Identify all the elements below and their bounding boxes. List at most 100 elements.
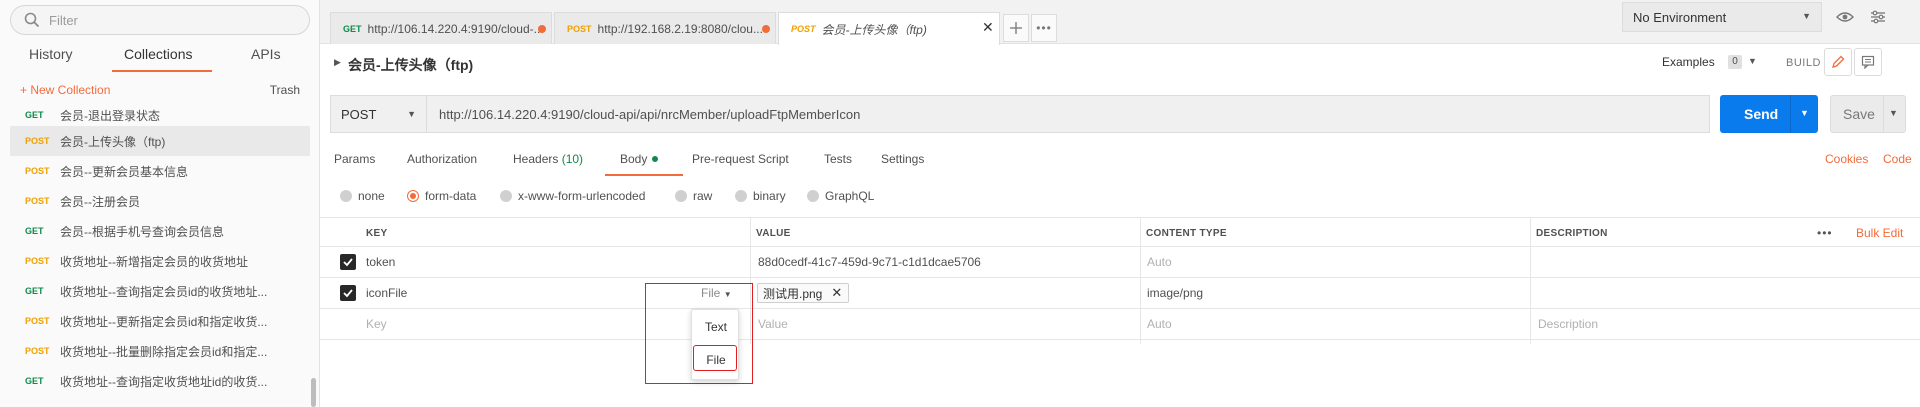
- file-name: 测试用.png: [763, 286, 823, 301]
- send-button[interactable]: Send ▼: [1720, 95, 1818, 133]
- request-name: 会员--更新会员基本信息: [60, 164, 188, 179]
- sidebar-tabs: History Collections APIs: [0, 40, 320, 74]
- environment-select[interactable]: No Environment ▼: [1622, 2, 1822, 32]
- highlight-box: [693, 345, 737, 371]
- list-item[interactable]: GET 收货地址--查询指定收货地址id的收货...: [10, 366, 310, 396]
- content-type-input[interactable]: Auto: [1147, 317, 1172, 331]
- list-item[interactable]: POST 会员--更新会员基本信息: [10, 156, 310, 186]
- method-badge: GET: [25, 376, 44, 386]
- table-row: iconFile File ▼ 测试用.png ✕ image/png: [320, 278, 1920, 309]
- tab-params[interactable]: Params: [334, 152, 375, 166]
- radio-binary[interactable]: binary: [735, 189, 786, 203]
- sidebar-scrollbar[interactable]: [311, 378, 316, 407]
- tab-tests[interactable]: Tests: [824, 152, 852, 166]
- form-data-table: KEY VALUE CONTENT TYPE DESCRIPTION ••• B…: [320, 217, 1920, 344]
- divider: [1790, 95, 1791, 133]
- table-header: KEY VALUE CONTENT TYPE DESCRIPTION ••• B…: [320, 217, 1920, 247]
- code-link[interactable]: Code: [1883, 152, 1912, 166]
- chevron-down-icon[interactable]: ▼: [1748, 56, 1757, 66]
- list-item[interactable]: POST 收货地址--批量删除指定会员id和指定...: [10, 336, 310, 366]
- tab-settings[interactable]: Settings: [881, 152, 924, 166]
- request-name: 收货地址--新增指定会员的收货地址: [60, 254, 248, 269]
- content-type-cell[interactable]: Auto: [1147, 255, 1172, 269]
- cookies-link[interactable]: Cookies: [1825, 152, 1868, 166]
- examples-button[interactable]: Examples: [1662, 55, 1715, 69]
- chevron-down-icon[interactable]: ▼: [1800, 108, 1809, 118]
- file-chip[interactable]: 测试用.png ✕: [757, 283, 850, 303]
- row-checkbox[interactable]: [340, 254, 356, 270]
- list-item[interactable]: POST 会员--注册会员: [10, 186, 310, 216]
- request-name: 收货地址--批量删除指定会员id和指定...: [60, 344, 268, 359]
- value-input[interactable]: Value: [758, 317, 788, 331]
- request-tab-active[interactable]: POST 会员-上传头像（ftp) ✕: [778, 12, 1000, 45]
- description-input[interactable]: Description: [1538, 317, 1598, 331]
- new-tab-button[interactable]: [1003, 14, 1029, 42]
- bulk-edit-link[interactable]: Bulk Edit: [1856, 226, 1903, 240]
- edit-button[interactable]: [1824, 48, 1852, 76]
- more-icon: •••: [1036, 21, 1052, 35]
- radio-x-www-form-urlencoded[interactable]: x-www-form-urlencoded: [500, 189, 645, 203]
- method-badge: GET: [343, 23, 362, 34]
- request-name: 收货地址--更新指定会员id和指定收货...: [60, 314, 268, 329]
- tab-apis[interactable]: APIs: [251, 46, 281, 62]
- request-tab[interactable]: POST http://192.168.2.19:8080/clou...: [554, 12, 776, 44]
- radio-none[interactable]: none: [340, 189, 385, 203]
- method-select[interactable]: POST ▼: [330, 95, 426, 133]
- content-type-cell[interactable]: image/png: [1147, 286, 1203, 300]
- send-label: Send: [1744, 106, 1779, 122]
- chevron-right-icon[interactable]: ▶: [334, 57, 341, 68]
- menu-item-text[interactable]: Text: [692, 314, 740, 340]
- value-cell[interactable]: 88d0cedf-41c7-459d-9c71-c1d1dcae5706: [758, 255, 981, 269]
- tab-title: http://106.14.220.4:9190/cloud-...: [367, 21, 544, 36]
- save-label: Save: [1843, 106, 1875, 122]
- request-tab[interactable]: GET http://106.14.220.4:9190/cloud-...: [330, 12, 552, 44]
- radio-label: raw: [693, 189, 713, 203]
- comments-button[interactable]: [1854, 48, 1882, 76]
- remove-file-icon[interactable]: ✕: [831, 285, 842, 301]
- list-item[interactable]: POST 收货地址--新增指定会员的收货地址: [10, 246, 310, 276]
- radio-icon: [735, 190, 747, 202]
- key-input[interactable]: Key: [366, 317, 387, 331]
- filter-input[interactable]: [49, 12, 289, 28]
- tab-authorization[interactable]: Authorization: [407, 152, 477, 166]
- tab-headers[interactable]: Headers (10): [513, 152, 583, 166]
- save-button[interactable]: Save ▼: [1830, 95, 1906, 133]
- radio-graphql[interactable]: GraphQL: [807, 189, 874, 203]
- list-item[interactable]: POST 收货地址--更新指定会员id和指定收货...: [10, 306, 310, 336]
- tab-options-button[interactable]: •••: [1031, 14, 1057, 42]
- url-input[interactable]: http://106.14.220.4:9190/cloud-api/api/n…: [426, 95, 1710, 133]
- filter-box[interactable]: [10, 5, 310, 35]
- row-checkbox[interactable]: [340, 285, 356, 301]
- table-row: token 88d0cedf-41c7-459d-9c71-c1d1dcae57…: [320, 247, 1920, 278]
- key-cell[interactable]: token: [366, 255, 395, 269]
- eye-icon[interactable]: [1832, 4, 1858, 30]
- radio-raw[interactable]: raw: [675, 189, 712, 203]
- trash-button[interactable]: Trash: [270, 83, 300, 97]
- close-icon[interactable]: ✕: [982, 19, 994, 36]
- settings-sliders-icon[interactable]: [1865, 4, 1891, 30]
- column-value: VALUE: [756, 228, 791, 239]
- radio-form-data[interactable]: form-data: [407, 189, 476, 203]
- tab-prerequest-script[interactable]: Pre-request Script: [692, 152, 789, 166]
- tab-history[interactable]: History: [29, 46, 73, 62]
- request-title[interactable]: 会员-上传头像（ftp): [348, 55, 473, 75]
- search-icon: [24, 12, 40, 28]
- tab-body[interactable]: Body: [620, 152, 659, 166]
- method-badge: POST: [25, 316, 50, 326]
- request-header: ▶ 会员-上传头像（ftp) Examples 0 ▼ BUILD: [320, 44, 1920, 82]
- checkmark-icon: [343, 258, 353, 267]
- table-row-empty: Key Value Auto Description: [320, 309, 1920, 340]
- list-item[interactable]: GET 会员-退出登录状态: [10, 104, 310, 126]
- radio-label: x-www-form-urlencoded: [518, 189, 646, 203]
- more-icon[interactable]: •••: [1817, 226, 1833, 240]
- headers-count: (10): [561, 152, 584, 166]
- list-item[interactable]: GET 收货地址--查询指定会员id的收货地址...: [10, 276, 310, 306]
- list-item[interactable]: GET 会员--根据手机号查询会员信息: [10, 216, 310, 246]
- tab-collections[interactable]: Collections: [124, 46, 192, 62]
- key-cell[interactable]: iconFile: [366, 286, 407, 300]
- chevron-down-icon[interactable]: ▼: [1889, 108, 1898, 118]
- new-collection-button[interactable]: + New Collection: [20, 83, 110, 97]
- sidebar: History Collections APIs + New Collectio…: [0, 0, 320, 407]
- list-item[interactable]: POST 会员-上传头像（ftp): [10, 126, 310, 156]
- request-name: 会员--注册会员: [60, 194, 140, 209]
